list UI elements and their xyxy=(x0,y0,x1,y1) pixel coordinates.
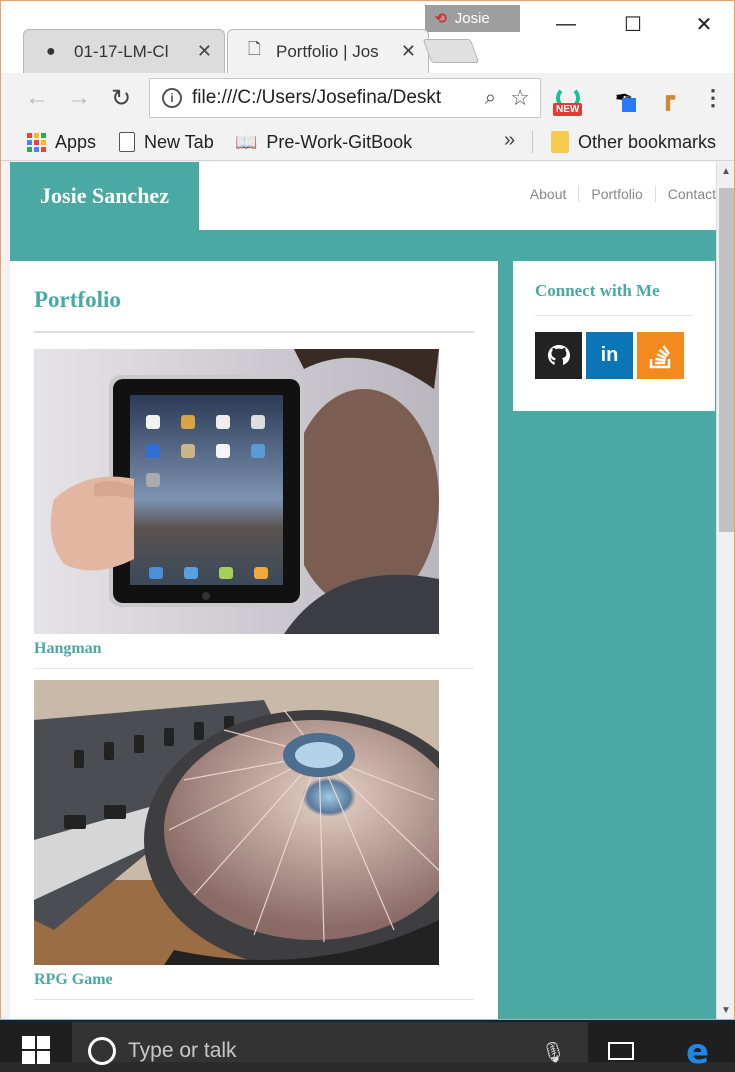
windows-taskbar: Type or talk 🎙 e xyxy=(0,1020,735,1072)
cortana-search-box[interactable]: Type or talk 🎙 xyxy=(72,1022,588,1065)
bookmark-apps[interactable]: Apps xyxy=(27,129,96,155)
bookmark-label: Other bookmarks xyxy=(578,131,717,152)
book-icon: 📖 xyxy=(235,131,258,152)
minimize-button[interactable]: — xyxy=(551,9,581,39)
github-icon[interactable] xyxy=(535,332,582,379)
tab-strip: ⟲ Josie — ☐ ✕ ● 01-17-LM-Cl ✕ 🗋 Portfoli… xyxy=(1,1,734,73)
microphone-icon[interactable]: 🎙 xyxy=(541,1040,566,1065)
project-title-rpg-game[interactable]: RPG Game xyxy=(34,965,474,1000)
page-icon xyxy=(119,132,135,152)
ruler-icon: ┏ xyxy=(661,85,675,110)
new-badge: NEW xyxy=(553,103,583,116)
bookmark-other[interactable]: Other bookmarks xyxy=(551,129,716,155)
address-bar[interactable]: i file:///C:/Users/Josefina/Deskt ⌕ ☆ xyxy=(149,78,541,118)
close-tab-icon[interactable]: ✕ xyxy=(197,41,212,62)
page-title: Portfolio xyxy=(34,261,474,333)
nav-contact[interactable]: Contact xyxy=(656,186,716,202)
windows-start-icon[interactable] xyxy=(22,1036,50,1064)
cortana-icon xyxy=(88,1037,116,1065)
bookmark-pre-work-gitbook[interactable]: 📖 Pre-Work-GitBook xyxy=(235,129,412,155)
zoom-icon[interactable]: ⌕ xyxy=(485,87,496,110)
tab-title: 01-17-LM-Cl xyxy=(74,41,169,61)
tab-portfolio[interactable]: 🗋 Portfolio | Jos ✕ xyxy=(227,29,429,73)
bookmark-star-icon[interactable]: ☆ xyxy=(510,85,530,111)
site-brand[interactable]: Josie Sanchez xyxy=(10,162,199,230)
nav-portfolio[interactable]: Portfolio xyxy=(579,186,656,202)
bookmarks-overflow-button[interactable]: » xyxy=(504,129,515,152)
bookmark-label: New Tab xyxy=(144,131,214,152)
info-icon[interactable]: i xyxy=(162,88,182,108)
apps-grid-icon xyxy=(27,132,46,152)
color-swatch xyxy=(622,98,636,112)
site-header: Josie Sanchez About Portfolio Contact xyxy=(10,162,716,230)
bookmark-label: Apps xyxy=(55,131,97,152)
social-links: in xyxy=(535,332,693,379)
back-button[interactable]: ← xyxy=(23,84,51,112)
hangman-thumbnail[interactable] xyxy=(34,349,439,634)
bookmark-new-tab[interactable]: New Tab xyxy=(119,129,214,155)
linkedin-icon[interactable]: in xyxy=(586,332,633,379)
forward-button[interactable]: → xyxy=(65,84,93,112)
project-title-hangman[interactable]: Hangman xyxy=(34,634,474,669)
toolbar: ← → ↻ i file:///C:/Users/Josefina/Deskt … xyxy=(1,73,734,123)
stackoverflow-icon[interactable] xyxy=(637,332,684,379)
grammarly-extension-button[interactable]: NEW xyxy=(551,81,585,116)
page-scrollbar[interactable]: ▲ ▼ xyxy=(716,162,734,1019)
bookmarks-divider xyxy=(532,131,533,153)
search-placeholder: Type or talk xyxy=(128,1039,237,1062)
chrome-menu-button[interactable]: ⋮ xyxy=(701,81,725,115)
bookmarks-bar: Apps New Tab 📖 Pre-Work-GitBook » Other … xyxy=(1,123,734,161)
profile-button[interactable]: ⟲ Josie xyxy=(425,5,520,32)
project-card: Hangman xyxy=(34,349,474,669)
scroll-up-arrow-icon[interactable]: ▲ xyxy=(721,166,731,177)
portfolio-section: Portfolio Hangman RPG Game xyxy=(10,261,498,1019)
ruler-extension-button[interactable]: ┏ xyxy=(651,81,685,115)
url-text: file:///C:/Users/Josefina/Deskt xyxy=(192,87,442,108)
reload-button[interactable]: ↻ xyxy=(107,84,135,112)
scroll-thumb[interactable] xyxy=(719,188,734,532)
close-window-button[interactable]: ✕ xyxy=(689,9,719,39)
browser-window: ⟲ Josie — ☐ ✕ ● 01-17-LM-Cl ✕ 🗋 Portfoli… xyxy=(0,0,735,1020)
project-card: RPG Game xyxy=(34,680,474,1000)
scroll-down-arrow-icon[interactable]: ▼ xyxy=(721,1005,731,1016)
site-nav: About Portfolio Contact xyxy=(518,186,716,202)
tab-title: Portfolio | Jos xyxy=(276,41,379,61)
tab-github[interactable]: ● 01-17-LM-Cl ✕ xyxy=(23,29,225,73)
task-view-icon[interactable] xyxy=(608,1042,634,1060)
sidebar-title: Connect with Me xyxy=(535,281,693,316)
folder-icon xyxy=(551,131,569,153)
page-viewport: Josie Sanchez About Portfolio Contact Po… xyxy=(10,162,716,1019)
profile-name: Josie xyxy=(454,10,490,27)
connect-sidebar: Connect with Me in xyxy=(513,261,715,411)
edge-browser-icon[interactable]: e xyxy=(686,1032,709,1072)
sync-error-icon: ⟲ xyxy=(435,10,447,26)
maximize-button[interactable]: ☐ xyxy=(618,9,648,39)
close-tab-icon[interactable]: ✕ xyxy=(401,41,416,62)
nav-about[interactable]: About xyxy=(518,186,580,202)
page-icon: 🗋 xyxy=(248,41,261,58)
bookmark-label: Pre-Work-GitBook xyxy=(266,131,413,152)
new-tab-button[interactable] xyxy=(422,39,480,63)
eyedropper-extension-button[interactable]: ✒ xyxy=(607,81,641,115)
github-icon: ● xyxy=(46,42,56,60)
rpg-game-thumbnail[interactable] xyxy=(34,680,439,965)
